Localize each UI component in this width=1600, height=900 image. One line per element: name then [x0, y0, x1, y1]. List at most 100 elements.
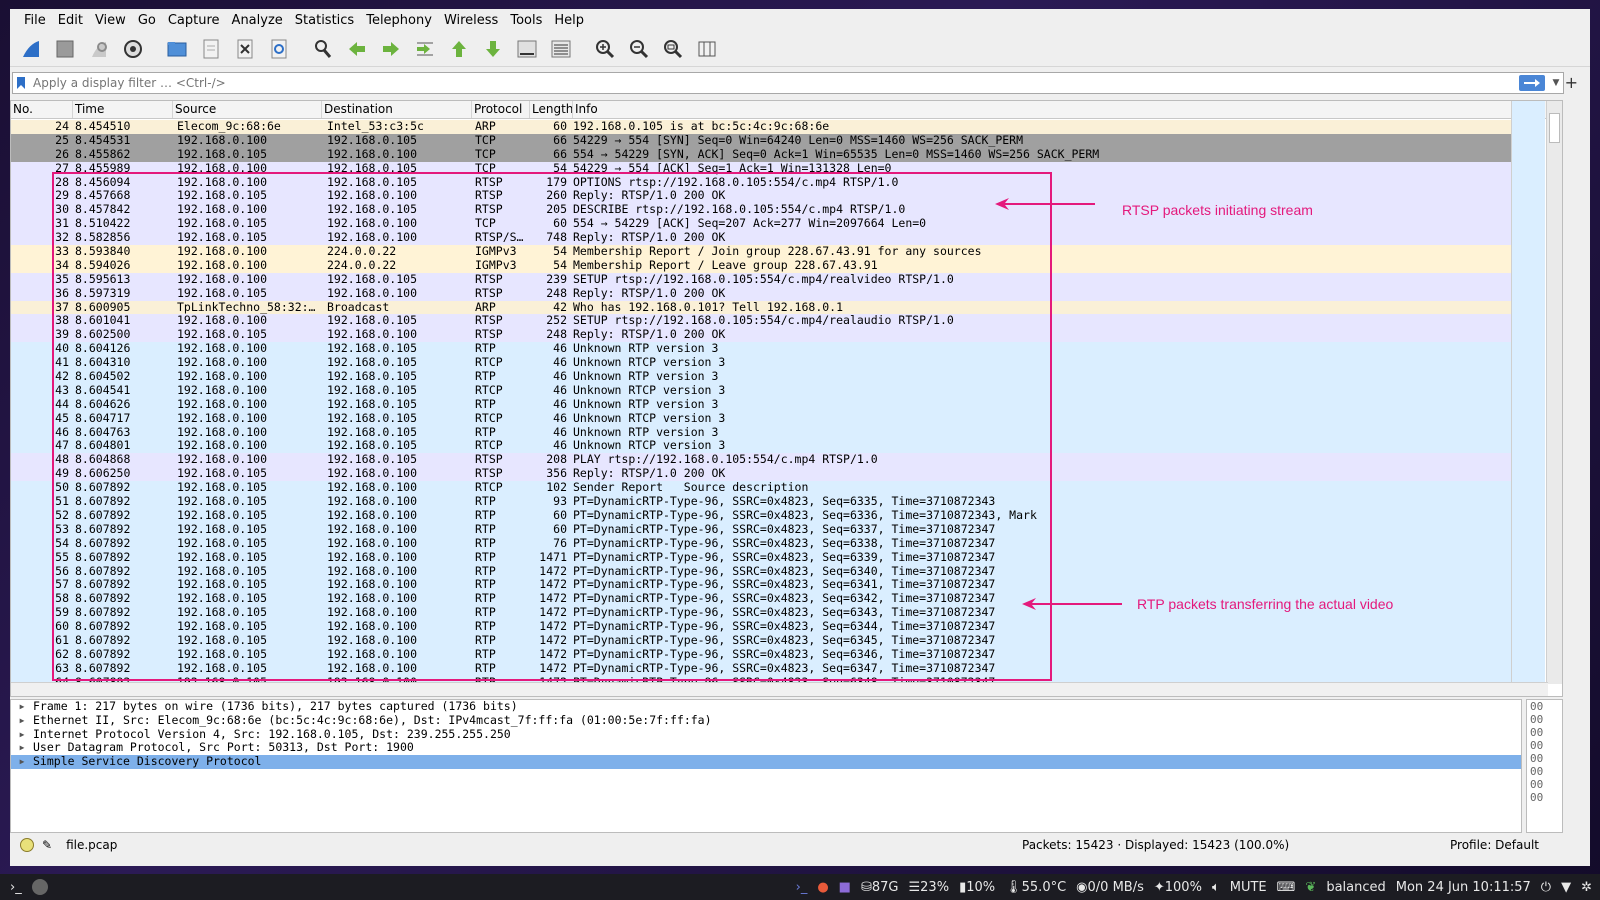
colorize-icon[interactable] [546, 34, 576, 64]
expand-arrow-icon[interactable]: ▶ [11, 755, 33, 769]
menu-tools[interactable]: Tools [504, 13, 548, 28]
power-icon[interactable]: ⏻ [1541, 880, 1551, 895]
detail-ethernet[interactable]: ▶ Ethernet II, Src: Elecom_9c:68:6e (bc:5… [11, 713, 1521, 728]
packet-row[interactable]: 41 8.604310 192.168.0.100 192.168.0.105 RTCP… [11, 356, 1539, 371]
packet-row[interactable]: 42 8.604502 192.168.0.100 192.168.0.105 RTP 4… [11, 370, 1539, 384]
packet-list-hscrollbar[interactable] [11, 682, 1548, 696]
packet-row[interactable]: 55 8.607892 192.168.0.105 192.168.0.100 RTP 1… [11, 550, 1539, 565]
speaker-icon[interactable]: 🔈︎ [1212, 880, 1220, 895]
autoscroll-icon[interactable] [512, 34, 542, 64]
menu-wireless[interactable]: Wireless [438, 13, 504, 28]
packet-row[interactable]: 34 8.594026 192.168.0.100 224.0.0.22 IGMPv3 5… [11, 258, 1539, 273]
resize-columns-icon[interactable] [692, 34, 722, 64]
open-folder-icon[interactable] [162, 34, 192, 64]
shark-fin-start-icon[interactable] [16, 34, 46, 64]
expand-arrow-icon[interactable]: ▶ [11, 728, 33, 742]
packet-row[interactable]: 61 8.607892 192.168.0.105 192.168.0.100 RTP 1… [11, 633, 1539, 648]
packet-row[interactable]: 33 8.593840 192.168.0.100 224.0.0.22 IGMPv3 5… [11, 245, 1539, 259]
chevron-down-icon[interactable]: ▼ [1549, 78, 1563, 88]
packet-row[interactable]: 25 8.454531 192.168.0.100 192.168.0.105 TCP 6… [11, 133, 1539, 148]
packet-row[interactable]: 45 8.604717 192.168.0.100 192.168.0.105 RTCP… [11, 411, 1539, 426]
menu-edit[interactable]: Edit [52, 13, 89, 28]
files-icon[interactable]: ■ [839, 880, 851, 895]
volume-status[interactable]: MUTE [1230, 880, 1267, 895]
menu-go[interactable]: Go [132, 13, 162, 28]
packet-row[interactable]: 50 8.607892 192.168.0.105 192.168.0.100 RTCP… [11, 481, 1539, 496]
menu-help[interactable]: Help [548, 13, 590, 28]
packet-row[interactable]: 56 8.607892 192.168.0.105 192.168.0.100 RTP 1… [11, 564, 1539, 579]
packet-row[interactable]: 51 8.607892 192.168.0.105 192.168.0.100 RTP 9… [11, 495, 1539, 509]
packet-row[interactable]: 28 8.456094 192.168.0.100 192.168.0.105 RTSP… [11, 175, 1539, 190]
apply-filter-icon[interactable] [1519, 75, 1545, 91]
bookmark-icon[interactable] [13, 76, 29, 90]
packet-row[interactable]: 44 8.604626 192.168.0.100 192.168.0.105 RTP 4… [11, 397, 1539, 412]
clock[interactable]: Mon 24 Jun 10:11:57 [1396, 880, 1531, 895]
col-no[interactable]: No. [11, 101, 73, 118]
packet-row[interactable]: 24 8.454510 Elecom_9c:68:6e Intel_53:c3:5c A… [11, 120, 1539, 134]
packet-row[interactable]: 35 8.595613 192.168.0.100 192.168.0.105 RTSP… [11, 272, 1539, 287]
packet-row[interactable]: 40 8.604126 192.168.0.100 192.168.0.105 RTP 4… [11, 342, 1539, 357]
display-filter-input[interactable] [29, 74, 1519, 92]
zoom-out-icon[interactable] [624, 34, 654, 64]
restart-icon[interactable] [84, 34, 114, 64]
first-packet-icon[interactable] [444, 34, 474, 64]
col-info[interactable]: Info [573, 101, 1562, 118]
app-launcher-icon[interactable] [31, 879, 48, 895]
save-file-icon[interactable] [196, 34, 226, 64]
packet-row[interactable]: 31 8.510422 192.168.0.105 192.168.0.100 TCP 6… [11, 217, 1539, 232]
capture-comment-icon[interactable]: ✎ [42, 838, 52, 852]
detail-ssdp[interactable]: ▶ Simple Service Discovery Protocol [11, 754, 1521, 769]
stop-icon[interactable] [50, 34, 80, 64]
packet-bytes-pane[interactable]: 00 00 00 00 00 00 00 00 [1526, 699, 1563, 833]
packet-row[interactable]: 54 8.607892 192.168.0.105 192.168.0.100 RTP 7… [11, 536, 1539, 551]
firefox-icon[interactable]: ● [817, 880, 828, 895]
expand-arrow-icon[interactable]: ▶ [11, 714, 33, 728]
packet-row[interactable]: 36 8.597319 192.168.0.105 192.168.0.100 RTSP… [11, 286, 1539, 301]
go-forward-icon[interactable] [376, 34, 406, 64]
packet-row[interactable]: 52 8.607892 192.168.0.105 192.168.0.100 RTP 6… [11, 508, 1539, 523]
menu-analyze[interactable]: Analyze [226, 13, 289, 28]
expert-info-icon[interactable] [20, 838, 34, 852]
packet-row[interactable]: 60 8.607892 192.168.0.105 192.168.0.100 RTP 1… [11, 620, 1539, 634]
go-to-packet-icon[interactable] [410, 34, 440, 64]
detail-udp[interactable]: ▶ User Datagram Protocol, Src Port: 50313… [11, 741, 1521, 755]
menu-capture[interactable]: Capture [162, 13, 226, 28]
add-filter-button[interactable]: + [1565, 73, 1578, 92]
last-packet-icon[interactable] [478, 34, 508, 64]
packet-row[interactable]: 47 8.604801 192.168.0.100 192.168.0.105 RTCP… [11, 439, 1539, 454]
packet-list-vscrollbar[interactable] [1546, 101, 1562, 684]
detail-frame[interactable]: ▶ Frame 1: 217 bytes on wire (1736 bits),… [11, 699, 1521, 714]
packet-row[interactable]: 26 8.455862 192.168.0.105 192.168.0.100 TCP 6… [11, 147, 1539, 162]
packet-row[interactable]: 63 8.607892 192.168.0.105 192.168.0.100 RTP 1… [11, 661, 1539, 676]
detail-ipv4[interactable]: ▶ Internet Protocol Version 4, Src: 192.1… [11, 727, 1521, 742]
col-destination[interactable]: Destination [322, 101, 472, 118]
expand-arrow-icon[interactable]: ▶ [11, 741, 33, 755]
status-profile[interactable]: Profile: Default [1450, 838, 1539, 852]
packet-row[interactable]: 43 8.604541 192.168.0.100 192.168.0.105 RTCP… [11, 383, 1539, 398]
terminal-icon[interactable]: ›_ [10, 880, 22, 895]
zoom-normal-icon[interactable] [658, 34, 688, 64]
menu-view[interactable]: View [89, 13, 132, 28]
menu-statistics[interactable]: Statistics [289, 13, 360, 28]
keyboard-icon[interactable]: ⌨ [1277, 880, 1296, 895]
col-length[interactable]: Length [530, 101, 573, 118]
packet-row[interactable]: 27 8.455989 192.168.0.100 192.168.0.105 TCP 5… [11, 161, 1539, 176]
packet-minimap[interactable] [1511, 101, 1545, 684]
packet-row[interactable]: 49 8.606250 192.168.0.105 192.168.0.100 RTSP… [11, 467, 1539, 482]
packet-row[interactable]: 39 8.602500 192.168.0.105 192.168.0.100 RTSP… [11, 328, 1539, 343]
network-tray-icon[interactable]: ▼ [1561, 880, 1571, 895]
zoom-in-icon[interactable] [590, 34, 620, 64]
close-file-icon[interactable] [230, 34, 260, 64]
col-protocol[interactable]: Protocol [472, 101, 530, 118]
packet-row[interactable]: 62 8.607892 192.168.0.105 192.168.0.100 RTP 1… [11, 647, 1539, 662]
expand-arrow-icon[interactable]: ▶ [11, 700, 33, 714]
packet-row[interactable]: 57 8.607892 192.168.0.105 192.168.0.100 RTP 1… [11, 578, 1539, 593]
menu-telephony[interactable]: Telephony [360, 13, 438, 28]
power-profile[interactable]: balanced [1326, 880, 1385, 895]
options-gear-icon[interactable] [118, 34, 148, 64]
settings-icon[interactable]: ✲ [1581, 880, 1592, 895]
find-icon[interactable] [308, 34, 338, 64]
packet-row[interactable]: 37 8.600905 TpLinkTechno_58:32:… Broadcast A… [11, 300, 1539, 315]
packet-row[interactable]: 46 8.604763 192.168.0.100 192.168.0.105 RTP 4… [11, 425, 1539, 440]
packet-row[interactable]: 53 8.607892 192.168.0.105 192.168.0.100 RTP 6… [11, 522, 1539, 537]
